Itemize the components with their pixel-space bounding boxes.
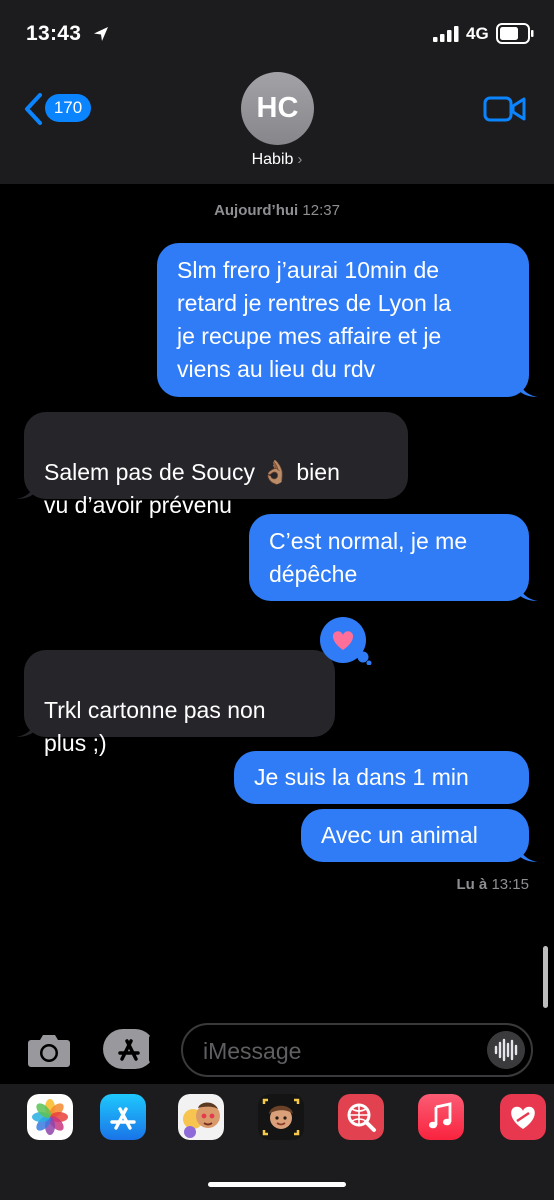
battery-icon bbox=[496, 23, 534, 44]
app-store-icon[interactable] bbox=[100, 1094, 146, 1140]
audio-waveform-icon[interactable] bbox=[487, 1031, 525, 1069]
bubble-tail bbox=[16, 718, 36, 737]
memoji-stickers-icon[interactable] bbox=[178, 1094, 224, 1140]
received-message-bubble[interactable]: Salem pas de Soucy 👌🏽 bien vu d’avoir pr… bbox=[24, 412, 408, 518]
camera-icon[interactable] bbox=[27, 1031, 71, 1069]
timestamp-time: 12:37 bbox=[302, 202, 340, 219]
read-receipt: Lu à 13:15 bbox=[456, 876, 529, 893]
message-text: Salem pas de Soucy 👌🏽 bien vu d’avoir pr… bbox=[44, 459, 340, 518]
sent-message-bubble[interactable]: C’est normal, je me dépêche bbox=[249, 514, 529, 601]
cellular-signal-icon bbox=[433, 26, 459, 42]
message-text: Trkl cartonne pas non plus ;) bbox=[44, 697, 266, 756]
timestamp-day: Aujourd’hui bbox=[214, 202, 299, 219]
contact-name-button[interactable]: Habib › bbox=[0, 151, 554, 169]
app-store-apps-icon[interactable] bbox=[101, 1027, 159, 1071]
received-message-bubble[interactable]: Trkl cartonne pas non plus ;) bbox=[24, 650, 335, 756]
read-receipt-time: 13:15 bbox=[491, 876, 529, 893]
bubble-tail bbox=[16, 480, 36, 499]
sent-message-bubble[interactable]: Je suis la dans 1 min bbox=[234, 751, 529, 804]
status-time: 13:43 bbox=[26, 22, 82, 45]
contact-name: Habib bbox=[251, 151, 294, 168]
heart-tapback-icon[interactable] bbox=[318, 617, 372, 665]
bubble-tail bbox=[518, 378, 538, 397]
digital-touch-icon[interactable] bbox=[500, 1094, 546, 1140]
chevron-right-icon: › bbox=[297, 151, 303, 168]
read-receipt-label: Lu à bbox=[456, 876, 488, 893]
message-input[interactable]: iMessage bbox=[181, 1023, 533, 1077]
location-arrow-icon bbox=[94, 27, 108, 41]
bubble-tail bbox=[518, 843, 538, 862]
scrollbar[interactable] bbox=[543, 946, 548, 1008]
music-icon[interactable] bbox=[418, 1094, 464, 1140]
network-type: 4G bbox=[466, 24, 489, 43]
web-search-icon[interactable] bbox=[338, 1094, 384, 1140]
thread-timestamp: Aujourd’hui 12:37 bbox=[0, 202, 554, 219]
conversation-header: 170 HC Habib › bbox=[0, 66, 554, 184]
back-unread-badge[interactable]: 170 bbox=[45, 94, 91, 122]
photos-icon[interactable] bbox=[27, 1094, 73, 1140]
sent-message-bubble[interactable]: Slm frero j’aurai 10min de retard je ren… bbox=[157, 243, 529, 397]
back-chevron-icon[interactable] bbox=[22, 93, 46, 125]
memoji-icon[interactable] bbox=[258, 1094, 304, 1140]
status-bar: 13:43 4G bbox=[0, 0, 554, 66]
message-input-placeholder: iMessage bbox=[203, 1038, 302, 1064]
sent-message-bubble[interactable]: Avec un animal bbox=[301, 809, 529, 862]
home-indicator[interactable] bbox=[208, 1182, 346, 1187]
facetime-video-icon[interactable] bbox=[483, 94, 527, 124]
bubble-tail bbox=[518, 582, 538, 601]
contact-avatar[interactable]: HC bbox=[241, 72, 314, 145]
